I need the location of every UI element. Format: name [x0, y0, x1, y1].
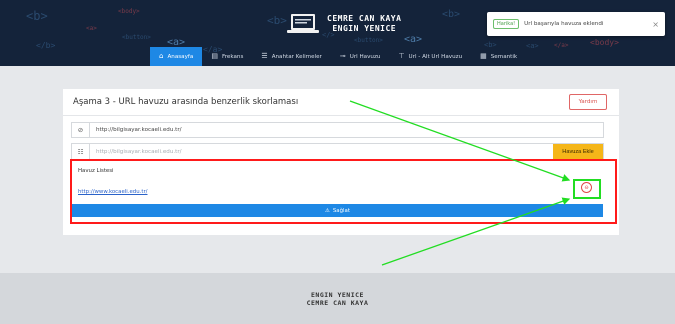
bg-code-tag: <button>: [122, 34, 151, 41]
nav-item-label: Anahtar Kelimeler: [271, 53, 322, 60]
bg-code-tag: <body>: [590, 38, 619, 47]
bg-code-tag: <b>: [442, 9, 461, 20]
bg-code-tag: <b>: [26, 9, 48, 23]
nav-item-label: Semantik: [490, 53, 518, 60]
bg-code-tag: <a>: [404, 34, 423, 45]
bg-code-tag: <a>: [526, 42, 539, 50]
nav-item-label: Url - Alt Url Havuzu: [408, 53, 463, 60]
bg-code-tag: <a>: [86, 25, 97, 32]
footer-credits: ENGIN YENICE CEMRE CAN KAYA: [307, 291, 369, 307]
nav-item-alt-url-havuzu[interactable]: ⊤ Url - Alt Url Havuzu: [389, 47, 471, 66]
link-icon: ⊸: [339, 52, 346, 60]
nav-item-anahtar-kelimeler[interactable]: ☰ Anahtar Kelimeler: [252, 47, 330, 66]
site-footer: ENGIN YENICE CEMRE CAN KAYA: [0, 273, 675, 324]
key-list-icon: ☰: [261, 52, 268, 60]
add-to-pool-button[interactable]: Havuza Ekle: [553, 144, 603, 160]
brand-line: CEMRE CAN KAYA: [327, 14, 402, 23]
pool-list-label: Havuz Listesi: [78, 168, 114, 174]
bg-code-tag: <body>: [118, 8, 140, 15]
brand-line: ENGIN YENICE: [332, 24, 397, 33]
help-button[interactable]: Yardım: [569, 94, 607, 110]
toast-badge: Harika!: [493, 19, 520, 29]
url-input-group: ⊘: [71, 122, 604, 138]
bg-code-tag: </a>: [554, 42, 569, 49]
document-icon: ▤: [211, 52, 218, 60]
link-icon: ⊘: [72, 123, 90, 137]
divider: [63, 115, 619, 116]
footer-line: CEMRE CAN KAYA: [306, 298, 369, 307]
nav-item-label: Frekans: [221, 53, 244, 60]
bg-code-tag: <button>: [354, 37, 383, 44]
nav-item-semantik[interactable]: ▦ Semantik: [471, 47, 526, 66]
laptop-icon: [287, 14, 319, 33]
nav-item-frekans[interactable]: ▤ Frekans: [202, 47, 252, 66]
footer-line: ENGIN YENICE: [311, 290, 364, 299]
warning-icon: ⚠: [325, 207, 330, 214]
toast-message: Url başarıyla havuza eklendi: [524, 21, 604, 27]
success-toast: Harika! Url başarıyla havuza eklendi ×: [487, 12, 665, 36]
home-icon: ⌂: [159, 52, 164, 60]
nav-item-label: Anasayfa: [167, 53, 194, 60]
list-icon: ☷: [72, 144, 90, 160]
nav-item-label: Url Havuzu: [349, 53, 381, 60]
brand-title: CEMRE CAN KAYA ENGIN YENICE: [327, 14, 401, 34]
delete-icon[interactable]: ⊖: [581, 182, 592, 193]
calculate-button[interactable]: ⚠ Sağlat: [72, 204, 603, 217]
pool-list-item[interactable]: http://www.kocaeli.edu.tr/: [78, 189, 148, 195]
tree-icon: ⊤: [398, 52, 405, 60]
nav-item-anasayfa[interactable]: ⌂ Anasayfa: [150, 47, 203, 66]
similarity-card: Aşama 3 - URL havuzu arasında benzerlik …: [63, 89, 619, 235]
pool-url-input[interactable]: [90, 144, 553, 160]
calculate-button-label: Sağlat: [332, 207, 350, 214]
main-nav: ⌂ Anasayfa ▤ Frekans ☰ Anahtar Kelimeler…: [150, 47, 526, 66]
bg-code-tag: <b>: [267, 14, 287, 27]
brand-logo[interactable]: CEMRE CAN KAYA ENGIN YENICE: [287, 13, 401, 35]
grid-icon: ▦: [480, 52, 487, 60]
bg-code-tag: </b>: [36, 41, 56, 50]
page-title: Aşama 3 - URL havuzu arasında benzerlik …: [73, 97, 299, 107]
close-icon[interactable]: ×: [652, 20, 659, 29]
url-input[interactable]: [90, 123, 603, 137]
pool-input-group: ☷ Havuza Ekle: [71, 143, 604, 161]
nav-item-url-havuzu[interactable]: ⊸ Url Havuzu: [331, 47, 390, 66]
